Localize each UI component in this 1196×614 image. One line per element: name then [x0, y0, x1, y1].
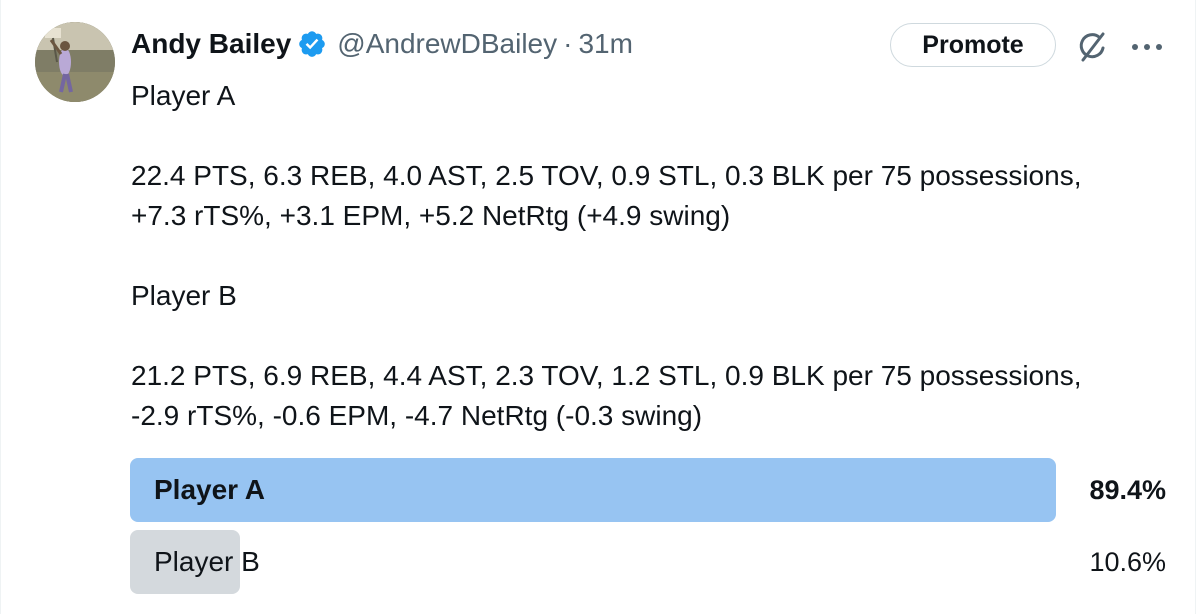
poll-option-percent: 89.4%: [1089, 475, 1166, 505]
tweet-line: 21.2 PTS, 6.9 REB, 4.4 AST, 2.3 TOV, 1.2…: [131, 360, 1082, 391]
avatar[interactable]: [35, 22, 115, 102]
tweet-card: Andy Bailey @AndrewDBailey · 31m Promote…: [0, 0, 1196, 614]
promote-button[interactable]: Promote: [890, 23, 1056, 67]
poll-option-a[interactable]: Player A 89.4%: [130, 458, 1166, 522]
tweet-line: +7.3 rTS%, +3.1 EPM, +5.2 NetRtg (+4.9 s…: [131, 200, 731, 231]
tweet-line: Player A: [131, 80, 236, 111]
tweet-line: 22.4 PTS, 6.3 REB, 4.0 AST, 2.5 TOV, 0.9…: [131, 160, 1082, 191]
tweet-line: -2.9 rTS%, -0.6 EPM, -4.7 NetRtg (-0.3 s…: [131, 400, 703, 431]
author-handle[interactable]: @AndrewDBailey: [337, 28, 557, 60]
poll-bar-a: [130, 458, 1056, 522]
separator-dot: ·: [563, 28, 573, 59]
poll-option-label: Player A: [154, 474, 266, 505]
tweet-line: Player B: [131, 280, 237, 311]
timestamp[interactable]: 31m: [578, 28, 632, 60]
poll-option-b[interactable]: Player B 10.6%: [130, 530, 1166, 594]
poll-option-label: Player B: [154, 546, 260, 577]
avatar-photo: [35, 22, 115, 102]
grok-icon[interactable]: [1073, 28, 1111, 66]
author-name[interactable]: Andy Bailey: [131, 28, 291, 60]
poll-option-percent: 10.6%: [1089, 547, 1166, 577]
tweet-text: Player A 22.4 PTS, 6.3 REB, 4.0 AST, 2.5…: [131, 76, 1171, 436]
verified-badge-icon[interactable]: [297, 29, 327, 59]
more-options-icon[interactable]: [1129, 32, 1165, 62]
tweet-header: Andy Bailey @AndrewDBailey · 31m: [131, 26, 633, 62]
